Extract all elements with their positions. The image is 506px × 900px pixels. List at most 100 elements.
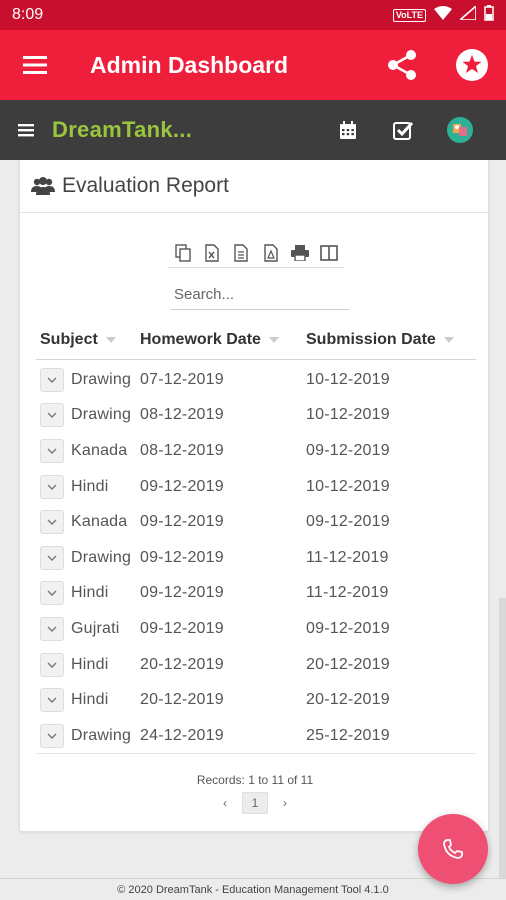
records-info: Records: 1 to 11 of 11 <box>196 773 314 787</box>
excel-button[interactable] <box>200 241 224 265</box>
sub-bar: DreamTank... <box>0 100 506 160</box>
sidebar-toggle-button[interactable] <box>0 100 52 160</box>
expand-row-button[interactable] <box>40 688 64 713</box>
csv-icon <box>234 243 249 262</box>
pdf-icon <box>263 243 278 262</box>
copy-button[interactable] <box>171 241 195 265</box>
share-icon <box>388 50 416 80</box>
current-page-button[interactable]: 1 <box>242 792 268 814</box>
favorite-button[interactable] <box>450 43 494 87</box>
cell-homework-date: 20-12-2019 <box>140 655 224 673</box>
cell-subject: Hindi <box>71 691 109 709</box>
table-row: Hindi 20-12-2019 20-12-2019 <box>36 682 476 718</box>
avatar-icon <box>447 117 473 143</box>
cell-subject: Kanada <box>71 513 128 531</box>
cell-submission-date: 11-12-2019 <box>306 584 389 602</box>
table-row: Drawing 09-12-2019 11-12-2019 <box>36 540 476 576</box>
cell-submission-date: 25-12-2019 <box>306 726 390 744</box>
expand-row-button[interactable] <box>40 474 64 499</box>
hamburger-menu-button[interactable] <box>0 30 70 100</box>
cell-homework-date: 09-12-2019 <box>140 477 224 495</box>
cell-subject: Drawing <box>71 370 132 388</box>
table-row: Gujrati 09-12-2019 09-12-2019 <box>36 611 476 647</box>
cell-homework-date: 09-12-2019 <box>140 584 224 602</box>
table-row: Drawing 07-12-2019 10-12-2019 <box>36 362 476 398</box>
chevron-down-icon <box>47 448 57 454</box>
table-row: Kanada 08-12-2019 09-12-2019 <box>36 433 476 469</box>
cell-submission-date: 09-12-2019 <box>306 619 390 637</box>
cell-homework-date: 08-12-2019 <box>140 406 224 424</box>
sort-icon <box>105 336 116 343</box>
table-body: Drawing 07-12-2019 10-12-2019 Drawing 08… <box>36 360 476 754</box>
export-toolbar <box>168 238 344 268</box>
excel-icon <box>205 243 219 262</box>
cell-homework-date: 09-12-2019 <box>140 548 224 566</box>
chevron-down-icon <box>47 662 57 668</box>
copy-icon <box>174 243 191 262</box>
cell-subject: Drawing <box>71 726 132 744</box>
table-divider <box>36 753 476 754</box>
expand-row-button[interactable] <box>40 723 64 748</box>
column-header-submission-date[interactable]: Submission Date <box>306 331 476 349</box>
call-fab-button[interactable] <box>418 814 488 884</box>
expand-row-button[interactable] <box>40 652 64 677</box>
tasks-button[interactable] <box>387 114 419 146</box>
columns-button[interactable] <box>317 241 341 265</box>
share-button[interactable] <box>380 43 424 87</box>
chevron-down-icon <box>47 377 57 383</box>
column-header-subject[interactable]: Subject <box>36 331 140 349</box>
evaluation-table: Subject Homework Date Submission Date Dr… <box>36 320 476 754</box>
expand-row-button[interactable] <box>40 510 64 535</box>
cell-submission-date: 09-12-2019 <box>306 513 390 531</box>
signal-icon <box>457 3 477 25</box>
sort-icon <box>443 336 454 343</box>
chevron-down-icon <box>47 697 57 704</box>
star-icon <box>456 49 488 81</box>
expand-row-button[interactable] <box>40 581 64 606</box>
table-row: Hindi 20-12-2019 20-12-2019 <box>36 647 476 683</box>
phone-icon <box>443 839 463 859</box>
csv-button[interactable] <box>229 241 253 265</box>
cell-subject: Hindi <box>71 655 109 673</box>
cell-homework-date: 24-12-2019 <box>140 726 224 744</box>
battery-icon <box>484 4 494 26</box>
pdf-button[interactable] <box>259 241 283 265</box>
table-header: Subject Homework Date Submission Date <box>36 320 476 360</box>
cell-homework-date: 20-12-2019 <box>140 691 224 709</box>
content-area[interactable]: Evaluation Report Search... Subject Home… <box>0 160 506 878</box>
sort-icon <box>268 336 279 343</box>
cell-subject: Gujrati <box>71 619 120 637</box>
next-page-button[interactable]: › <box>276 793 294 813</box>
calendar-button[interactable] <box>332 114 364 146</box>
card-title: Evaluation Report <box>62 174 229 197</box>
prev-page-button[interactable]: ‹ <box>216 793 234 813</box>
cell-homework-date: 07-12-2019 <box>140 370 224 388</box>
calendar-icon <box>340 120 356 139</box>
cell-submission-date: 09-12-2019 <box>306 441 390 459</box>
expand-row-button[interactable] <box>40 616 64 641</box>
status-time: 8:09 <box>12 6 44 23</box>
expand-row-button[interactable] <box>40 545 64 570</box>
table-row: Kanada 09-12-2019 09-12-2019 <box>36 504 476 540</box>
status-bar: 8:09 VoLTE <box>0 0 506 30</box>
print-button[interactable] <box>288 241 312 265</box>
expand-row-button[interactable] <box>40 403 64 428</box>
cell-submission-date: 20-12-2019 <box>306 691 390 709</box>
scrollbar[interactable] <box>499 598 506 878</box>
table-row: Drawing 08-12-2019 10-12-2019 <box>36 398 476 434</box>
cell-submission-date: 10-12-2019 <box>306 370 390 388</box>
expand-row-button[interactable] <box>40 438 64 463</box>
cell-subject: Hindi <box>71 477 109 495</box>
chevron-down-icon <box>47 626 57 632</box>
cell-homework-date: 09-12-2019 <box>140 513 224 531</box>
column-header-homework-date[interactable]: Homework Date <box>140 331 306 349</box>
expand-row-button[interactable] <box>40 367 64 392</box>
volte-badge: VoLTE <box>392 8 426 22</box>
cell-submission-date: 11-12-2019 <box>306 548 389 566</box>
chevron-down-icon <box>47 555 57 561</box>
search-input[interactable] <box>171 280 349 310</box>
cell-subject: Hindi <box>71 584 109 602</box>
status-icons: VoLTE <box>392 3 494 26</box>
profile-button[interactable] <box>444 114 476 146</box>
brand-name[interactable]: DreamTank... <box>52 117 192 143</box>
